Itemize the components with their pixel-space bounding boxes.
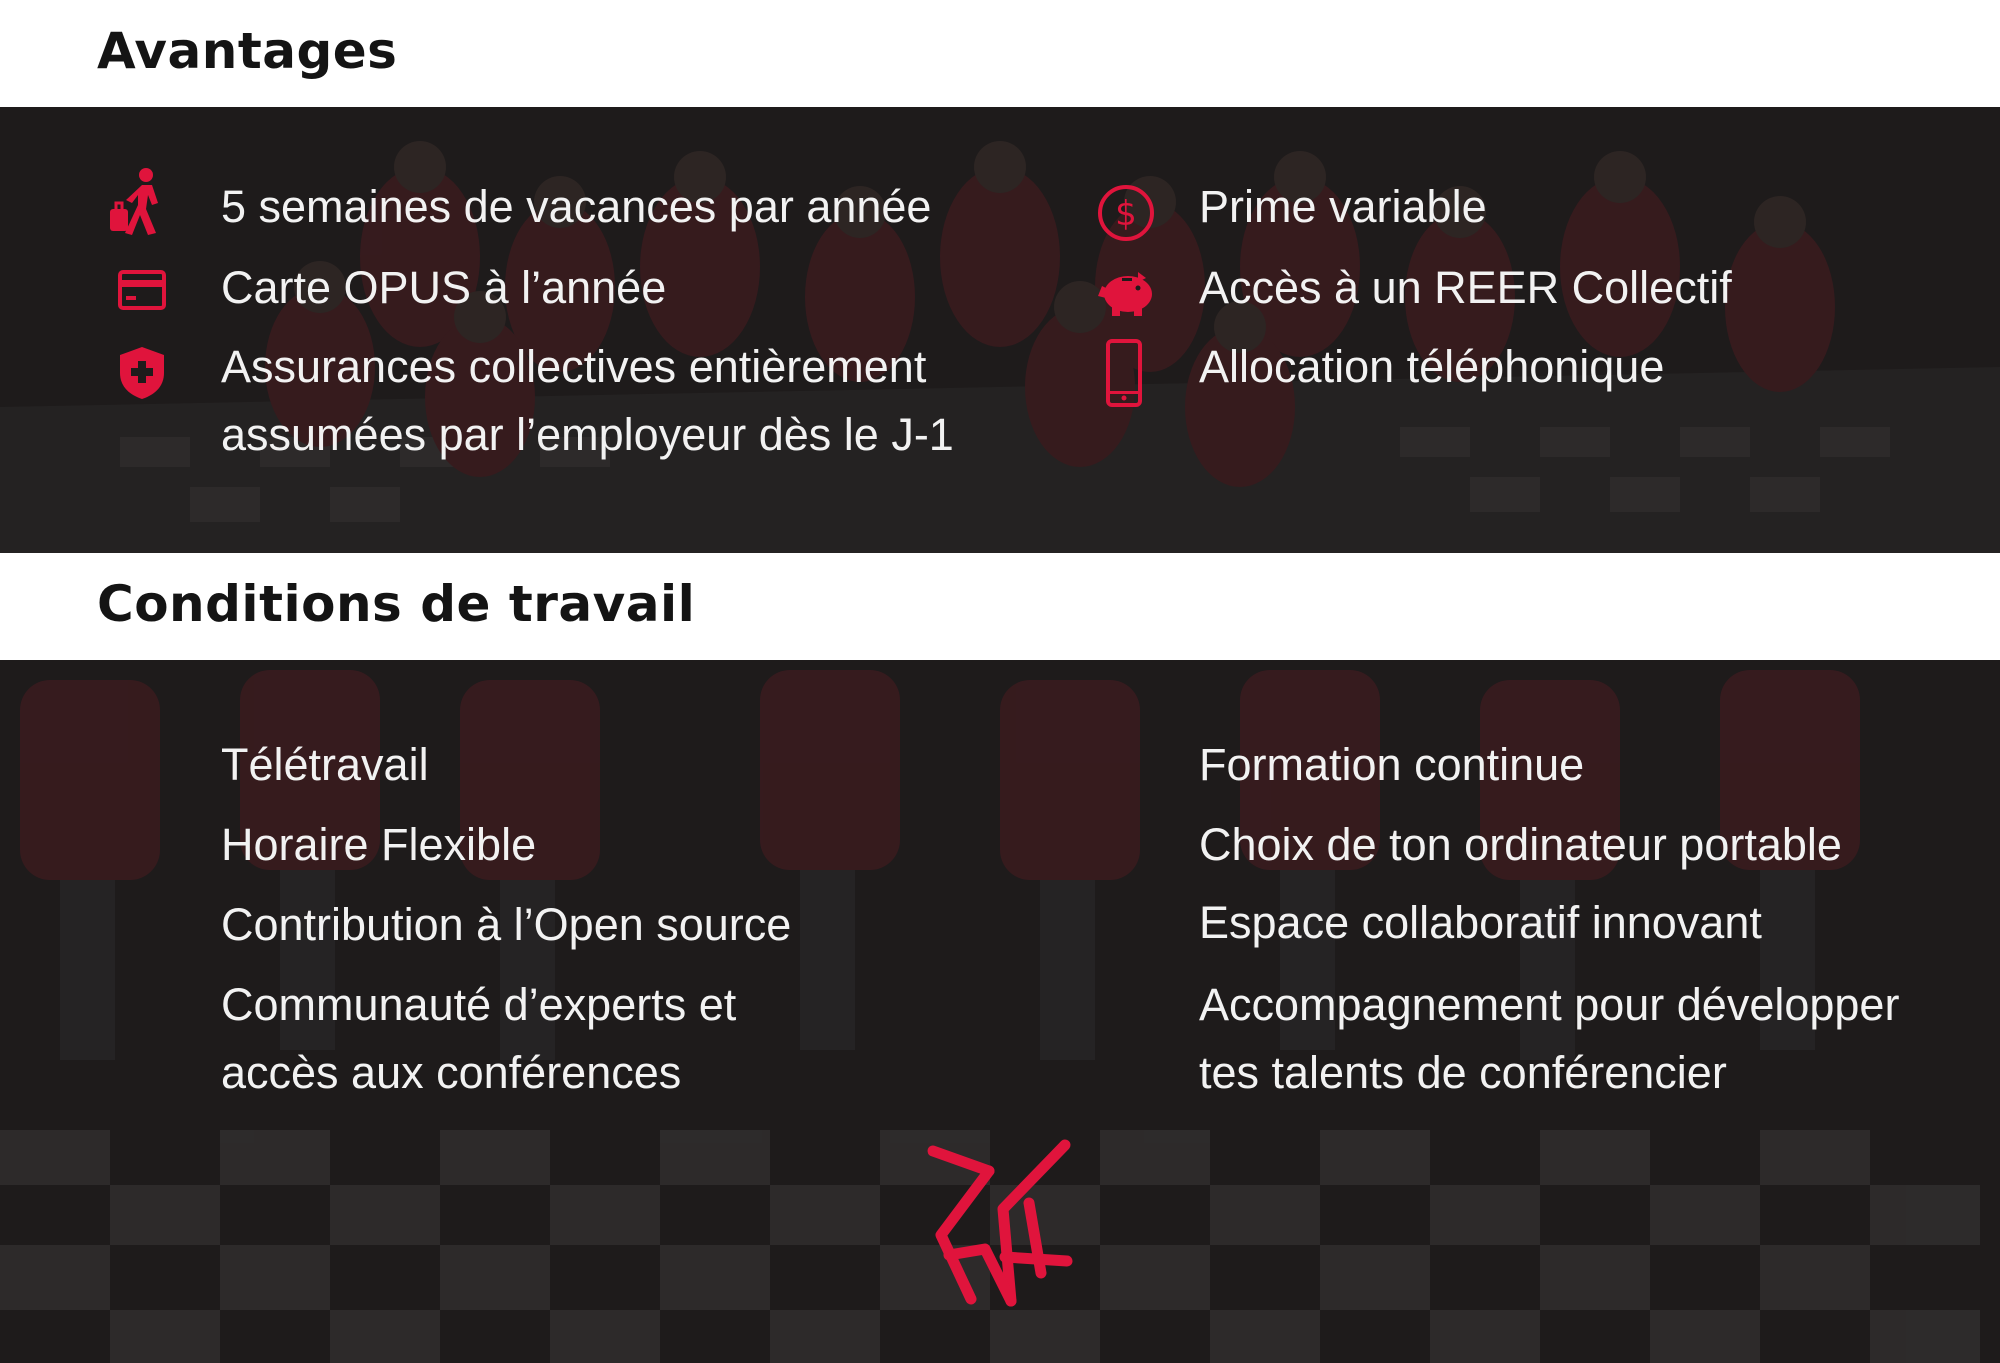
condition-speaker-line2: tes talents de conférencier bbox=[1199, 1047, 1727, 1098]
advantages-panel: $ 5 semaines de vacances par année Carte… bbox=[0, 107, 2000, 553]
brand-monogram-logo bbox=[927, 1139, 1073, 1307]
piggy-bank-icon bbox=[1098, 272, 1152, 316]
svg-text:$: $ bbox=[1115, 194, 1137, 234]
advantage-vacation: 5 semaines de vacances par année bbox=[221, 181, 932, 232]
shield-plus-icon bbox=[120, 347, 164, 399]
advantage-opus-card: Carte OPUS à l’année bbox=[221, 262, 667, 313]
advantage-variable-bonus: Prime variable bbox=[1199, 181, 1487, 232]
condition-laptop-choice: Choix de ton ordinateur portable bbox=[1199, 819, 1842, 870]
condition-experts-line1: Communauté d’experts et bbox=[221, 979, 737, 1030]
person-walking-luggage-icon bbox=[110, 168, 158, 235]
credit-card-icon bbox=[118, 270, 166, 310]
advantages-header: Avantages bbox=[0, 0, 2000, 107]
smartphone-icon bbox=[1106, 339, 1142, 407]
advantage-phone-allowance: Allocation téléphonique bbox=[1199, 341, 1665, 392]
dollar-circle-icon: $ bbox=[1098, 185, 1154, 241]
conditions-title: Conditions de travail bbox=[97, 575, 696, 633]
condition-collab-space: Espace collaboratif innovant bbox=[1199, 897, 1762, 948]
advantages-title: Avantages bbox=[97, 22, 398, 80]
advantage-rrsp: Accès à un REER Collectif bbox=[1199, 262, 1732, 313]
condition-speaker-line1: Accompagnement pour développer bbox=[1199, 979, 1900, 1030]
conditions-header: Conditions de travail bbox=[0, 553, 2000, 660]
advantage-insurance-line2: assumées par l’employeur dès le J-1 bbox=[221, 409, 954, 460]
condition-experts-line2: accès aux conférences bbox=[221, 1047, 682, 1098]
condition-training: Formation continue bbox=[1199, 739, 1585, 790]
condition-flexible-hours: Horaire Flexible bbox=[221, 819, 537, 870]
advantage-insurance-line1: Assurances collectives entièrement bbox=[221, 341, 927, 392]
condition-remote-work: Télétravail bbox=[221, 739, 429, 790]
condition-open-source: Contribution à l’Open source bbox=[221, 899, 792, 950]
conditions-panel: Télétravail Horaire Flexible Contributio… bbox=[0, 660, 2000, 1363]
